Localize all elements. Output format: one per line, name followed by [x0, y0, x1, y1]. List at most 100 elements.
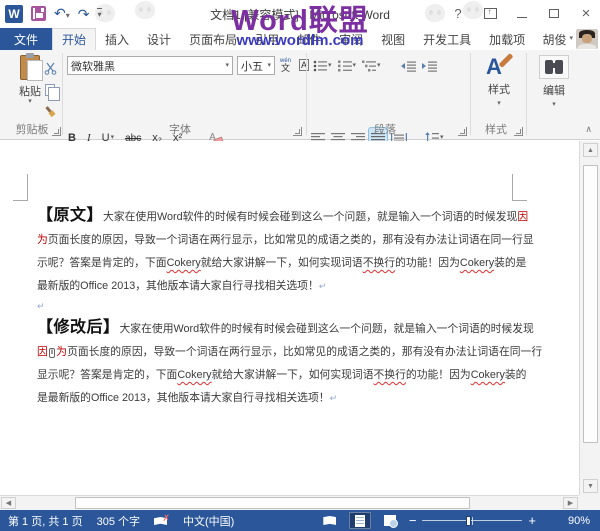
increase-indent-button[interactable] — [420, 56, 439, 76]
margin-crop-mark — [512, 174, 513, 201]
numbering-icon — [338, 60, 352, 72]
red-text: 为 — [56, 346, 67, 358]
page-indicator[interactable]: 第 1 页, 共 1 页 — [8, 513, 83, 529]
tab-developer[interactable]: 开发工具 — [414, 28, 480, 50]
paragraph-mark: ↵ — [37, 301, 45, 311]
horizontal-scrollbar[interactable]: ◀ ▶ — [0, 495, 579, 510]
multilevel-dropdown-icon: ▾ — [377, 63, 381, 69]
styles-button-label: 样式 — [488, 81, 510, 97]
body-text: 页面长度的原因，导致一个词语在两行显示，比如常见的成语之类的，那有没有办法让词语… — [48, 234, 534, 246]
clipboard-group-label: 剪贴板 — [6, 121, 58, 137]
spellcheck-flagged-text: Cokery — [460, 257, 494, 269]
zoom-slider[interactable] — [422, 515, 522, 527]
tab-page-layout[interactable]: 页面布局 — [180, 28, 246, 50]
scroll-left-icon[interactable]: ◀ — [1, 497, 16, 509]
font-dialog-launcher[interactable] — [293, 127, 302, 136]
proofing-errors-icon[interactable]: ✗ — [154, 515, 169, 526]
ribbon-display-options-icon — [484, 8, 497, 19]
tab-file[interactable]: 文件 — [0, 28, 52, 50]
read-mode-button[interactable] — [319, 512, 341, 529]
scroll-up-icon[interactable]: ▲ — [583, 143, 598, 157]
decrease-indent-button[interactable] — [399, 56, 418, 76]
document-line: 是最新版的Office 2013，其他版本请大家自行寻找相关选项！↵ — [37, 387, 511, 410]
tab-mailings[interactable]: 邮件 — [288, 28, 330, 50]
numbering-button[interactable]: ▾ — [336, 56, 359, 76]
document-line: 因‖为页面长度的原因，导致一个词语在两行显示，比如常见的成语之类的，那有没有办法… — [37, 341, 511, 364]
body-text: 大家在使用Word软件的时候有时候会碰到这么一个问题，就是输入一个词语的时候发现 — [120, 323, 534, 335]
ribbon-display-options-button[interactable] — [480, 4, 500, 22]
word-count[interactable]: 305 个字 — [97, 513, 140, 529]
body-text: 显示呢？答案是肯定的，下面 — [37, 369, 177, 381]
paragraph-mark: ↵ — [319, 281, 327, 291]
editing-button[interactable]: 编辑 ▾ — [532, 55, 576, 108]
web-layout-button[interactable] — [379, 512, 401, 529]
styles-dropdown-icon: ▾ — [497, 101, 501, 107]
document-text[interactable]: 【原文】大家在使用Word软件的时候有时候会碰到这么一个问题，就是输入一个词语的… — [37, 203, 511, 410]
zoom-slider-thumb[interactable] — [466, 516, 471, 526]
minimize-icon — [517, 17, 527, 18]
styles-dialog-launcher[interactable] — [514, 127, 523, 136]
body-text: 示呢？答案是肯定的，下面 — [37, 257, 167, 269]
heading-text: 【修改后】 — [37, 319, 120, 336]
paragraph-group-label: 段落 — [340, 121, 430, 137]
tab-references[interactable]: 引用 — [246, 28, 288, 50]
font-size-dropdown-icon: ▾ — [267, 63, 271, 69]
body-text: 的功能！因为 — [406, 369, 471, 381]
copy-button[interactable] — [40, 80, 60, 100]
binoculars-icon — [539, 55, 569, 79]
zoom-in-button[interactable]: + — [528, 515, 536, 527]
language-indicator[interactable]: 中文(中国) — [183, 513, 234, 529]
vertical-scroll-thumb[interactable] — [583, 165, 598, 443]
zoom-percentage[interactable]: 90% — [558, 515, 590, 527]
vertical-scrollbar[interactable]: ▲ ▼ — [579, 141, 600, 495]
word-window: W ↶▾ ↷ ▾ 文档1 [兼容模式] - Microsoft Word ? ×… — [0, 0, 600, 531]
editing-button-label: 编辑 — [543, 82, 565, 98]
font-size-combobox[interactable]: 小五 ▾ — [237, 56, 275, 75]
format-painter-icon — [42, 104, 59, 121]
document-line: 显示呢？答案是肯定的，下面Cokery就给大家讲解一下，如何实现词语不换行的功能… — [37, 364, 511, 387]
red-text: 因 — [37, 346, 48, 358]
tab-add-ins[interactable]: 加载项 — [480, 28, 534, 50]
help-button[interactable]: ? — [448, 4, 468, 22]
ribbon-tabs: 文件开始插入设计页面布局引用邮件审阅视图开发工具加载项 — [0, 28, 600, 50]
styles-icon: A — [484, 55, 514, 81]
body-text: 就给大家讲解一下，如何实现词语 — [212, 369, 374, 381]
user-avatar[interactable] — [576, 29, 598, 49]
tab-insert[interactable]: 插入 — [96, 28, 138, 50]
decrease-indent-icon — [401, 61, 416, 72]
tab-home[interactable]: 开始 — [52, 28, 96, 50]
phonetic-guide-button[interactable]: wén文 — [278, 55, 293, 75]
multilevel-list-button[interactable]: ▾ — [360, 56, 383, 76]
editing-dropdown-icon: ▾ — [552, 102, 556, 108]
styles-button[interactable]: A 样式 ▾ — [476, 55, 522, 107]
tab-review[interactable]: 审阅 — [330, 28, 372, 50]
horizontal-scroll-thumb[interactable] — [75, 497, 470, 509]
font-group-label: 字体 — [130, 121, 230, 137]
close-button[interactable]: × — [576, 4, 596, 22]
restore-icon — [549, 9, 559, 18]
paragraph-dialog-launcher[interactable] — [458, 127, 467, 136]
tab-design[interactable]: 设计 — [138, 28, 180, 50]
character-border-button[interactable]: A — [297, 55, 311, 75]
spellcheck-flagged-text: 不换行 — [374, 369, 406, 381]
bullets-button[interactable]: ▾ — [311, 56, 334, 76]
tab-view[interactable]: 视图 — [372, 28, 414, 50]
document-line: 为页面长度的原因，导致一个词语在两行显示，比如常见的成语之类的，那有没有办法让词… — [37, 229, 511, 252]
copy-icon — [45, 84, 55, 96]
format-painter-button[interactable] — [40, 102, 60, 122]
bullets-icon — [313, 60, 327, 72]
font-name-combobox[interactable]: 微软雅黑 ▾ — [67, 56, 233, 75]
zoom-out-button[interactable]: − — [409, 515, 417, 527]
read-mode-icon — [323, 516, 336, 525]
minimize-button[interactable] — [512, 4, 532, 22]
paragraph-mark: ↵ — [330, 393, 338, 403]
clipboard-dialog-launcher[interactable] — [52, 127, 61, 136]
cut-button[interactable] — [40, 58, 60, 78]
collapse-ribbon-button[interactable]: ∧ — [585, 124, 592, 135]
restore-button[interactable] — [544, 4, 564, 22]
scroll-down-icon[interactable]: ▼ — [583, 479, 598, 493]
print-layout-button[interactable] — [349, 512, 371, 529]
user-account[interactable]: 胡俊 ▾ — [542, 28, 598, 50]
margin-crop-mark — [13, 200, 28, 201]
scroll-right-icon[interactable]: ▶ — [563, 497, 578, 509]
